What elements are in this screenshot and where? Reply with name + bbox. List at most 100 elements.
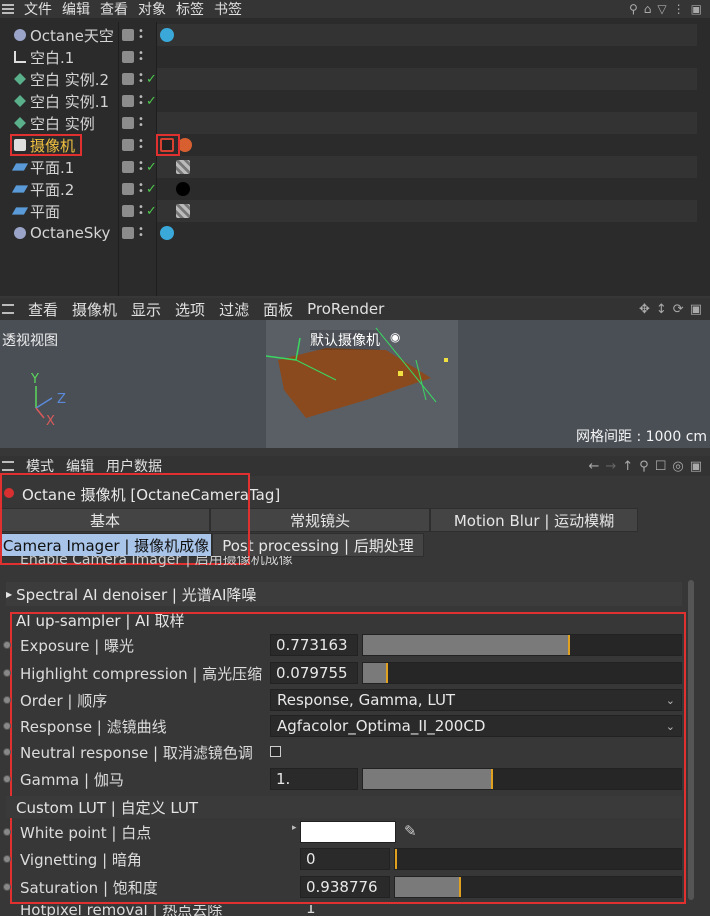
home-icon[interactable]: ⌂ <box>644 2 652 16</box>
tab-motion-blur[interactable]: Motion Blur | 运动模糊 <box>430 508 638 532</box>
object-row-instance-2[interactable]: 空白 实例.2 • • ✓ <box>0 68 710 90</box>
menu-panel[interactable]: 面板 <box>263 299 293 320</box>
object-row-octanesky[interactable]: OctaneSky • • <box>0 222 710 244</box>
forward-arrow-icon[interactable]: → <box>605 459 616 474</box>
up-arrow-icon[interactable]: ↑ <box>622 459 633 474</box>
visibility-icon[interactable] <box>122 205 134 217</box>
visibility-dots-icon[interactable]: • • <box>138 181 144 197</box>
visibility-icon[interactable] <box>122 117 134 129</box>
enabled-check-icon[interactable]: ✓ <box>146 72 157 87</box>
highlight-compression-input[interactable]: 0.079755 <box>270 662 358 684</box>
enabled-check-icon[interactable]: ✓ <box>146 204 157 219</box>
target-icon[interactable]: ◎ <box>672 459 683 474</box>
visibility-dots-icon[interactable]: • • <box>138 27 144 43</box>
menu-edit[interactable]: 编辑 <box>66 456 94 476</box>
keyframe-dot-icon[interactable] <box>3 883 11 891</box>
visibility-icon[interactable] <box>122 183 134 195</box>
material-tag-icon[interactable] <box>176 182 190 196</box>
visibility-icon[interactable] <box>122 73 134 85</box>
object-row-octane-sky-cn[interactable]: Octane天空 • • <box>0 24 710 46</box>
keyframe-dot-icon[interactable] <box>3 855 11 863</box>
menu-view[interactable]: 查看 <box>100 0 128 19</box>
zoom-view-icon[interactable]: ↕ <box>656 302 667 317</box>
rotate-view-icon[interactable]: ⟳ <box>673 302 684 317</box>
object-row-null-1[interactable]: 空白.1 • • <box>0 46 710 68</box>
object-row-plane-1[interactable]: 平面.1 • • ✓ <box>0 156 710 178</box>
environment-tag-icon[interactable] <box>160 28 174 42</box>
move-view-icon[interactable]: ✥ <box>639 302 650 317</box>
object-row-instance-1[interactable]: 空白 实例.1 • • ✓ <box>0 90 710 112</box>
visibility-icon[interactable] <box>122 29 134 41</box>
menu-tags[interactable]: 标签 <box>176 0 204 19</box>
visibility-dots-icon[interactable]: • • <box>138 71 144 87</box>
object-row-plane-2[interactable]: 平面.2 • • ✓ <box>0 178 710 200</box>
viewport[interactable]: 透视视图 默认摄像机 ◉ 网格间距 : 1000 cm Y Z X <box>0 320 710 448</box>
hamburger-icon[interactable] <box>2 4 14 14</box>
visibility-icon[interactable] <box>122 139 134 151</box>
menu-display[interactable]: 显示 <box>131 299 161 320</box>
visibility-icon[interactable] <box>122 161 134 173</box>
vignetting-slider[interactable] <box>394 848 682 870</box>
keyframe-dot-icon[interactable] <box>3 748 11 756</box>
menu-filter[interactable]: 过滤 <box>219 299 249 320</box>
scrollbar[interactable] <box>688 580 694 900</box>
visibility-dots-icon[interactable]: • • <box>138 49 144 65</box>
object-row-camera[interactable]: 摄像机 • • <box>0 134 710 156</box>
saturation-input[interactable]: 0.938776 <box>300 876 390 898</box>
tab-post-processing[interactable]: Post processing | 后期处理 <box>212 533 424 557</box>
menu-view[interactable]: 查看 <box>28 299 58 320</box>
target-tag-icon[interactable] <box>178 138 192 152</box>
back-arrow-icon[interactable]: ← <box>588 459 599 474</box>
exposure-input[interactable]: 0.773163 <box>270 634 358 656</box>
menu-camera[interactable]: 摄像机 <box>72 299 117 320</box>
neutral-response-checkbox[interactable] <box>270 746 281 757</box>
saturation-slider[interactable] <box>394 876 682 898</box>
gamma-input[interactable]: 1. <box>270 768 358 790</box>
order-dropdown[interactable]: Response, Gamma, LUT ⌄ <box>270 689 682 711</box>
menu-file[interactable]: 文件 <box>24 0 52 19</box>
settings-icon[interactable]: ⋮ <box>673 2 685 16</box>
custom-lut-section[interactable]: Custom LUT | 自定义 LUT <box>6 796 682 818</box>
menu-options[interactable]: 选项 <box>175 299 205 320</box>
filter-icon[interactable]: ▽ <box>657 2 666 16</box>
enabled-check-icon[interactable]: ✓ <box>146 182 157 197</box>
enabled-check-icon[interactable]: ✓ <box>146 160 157 175</box>
ai-upsampler-section[interactable]: AI up-sampler | AI 取样 <box>6 610 682 630</box>
object-row-instance[interactable]: 空白 实例 • • <box>0 112 710 134</box>
material-tag-icon[interactable] <box>176 160 190 174</box>
visibility-dots-icon[interactable]: • • <box>138 203 144 219</box>
menu-bookmarks[interactable]: 书签 <box>214 0 242 19</box>
search-icon[interactable]: ⚲ <box>629 2 638 16</box>
visibility-dots-icon[interactable]: • • <box>138 93 144 109</box>
keyframe-dot-icon[interactable] <box>3 828 11 836</box>
environment-tag-icon[interactable] <box>160 226 174 240</box>
lock-icon[interactable]: ☐ <box>655 459 667 474</box>
visibility-dots-icon[interactable]: • • <box>138 225 144 241</box>
gamma-slider[interactable] <box>362 768 682 790</box>
hamburger-icon[interactable] <box>2 304 14 314</box>
expand-icon[interactable]: ▣ <box>691 2 702 16</box>
keyframe-dot-icon[interactable] <box>3 669 11 677</box>
vignetting-input[interactable]: 0 <box>300 848 390 870</box>
menu-user-data[interactable]: 用户数据 <box>106 456 162 476</box>
octane-camera-tag-icon[interactable] <box>160 138 174 152</box>
visibility-dots-icon[interactable]: • • <box>138 159 144 175</box>
material-tag-icon[interactable] <box>176 204 190 218</box>
tab-basic[interactable]: 基本 <box>0 508 210 532</box>
hamburger-icon[interactable] <box>2 461 14 471</box>
visibility-icon[interactable] <box>122 95 134 107</box>
keyframe-dot-icon[interactable] <box>3 641 11 649</box>
enabled-check-icon[interactable]: ✓ <box>146 94 157 109</box>
white-point-color-swatch[interactable] <box>300 821 396 843</box>
object-row-plane[interactable]: 平面 • • ✓ <box>0 200 710 222</box>
menu-object[interactable]: 对象 <box>138 0 166 19</box>
keyframe-dot-icon[interactable] <box>3 696 11 704</box>
maximize-view-icon[interactable]: ▣ <box>690 302 702 317</box>
tab-camera-imager[interactable]: Camera Imager | 摄像机成像 <box>0 533 212 557</box>
search-icon[interactable]: ⚲ <box>639 459 649 474</box>
new-panel-icon[interactable]: ▣ <box>690 459 702 474</box>
keyframe-dot-icon[interactable] <box>3 775 11 783</box>
highlight-compression-slider[interactable] <box>362 662 682 684</box>
exposure-slider[interactable] <box>362 634 682 656</box>
visibility-dots-icon[interactable]: • • <box>138 115 144 131</box>
